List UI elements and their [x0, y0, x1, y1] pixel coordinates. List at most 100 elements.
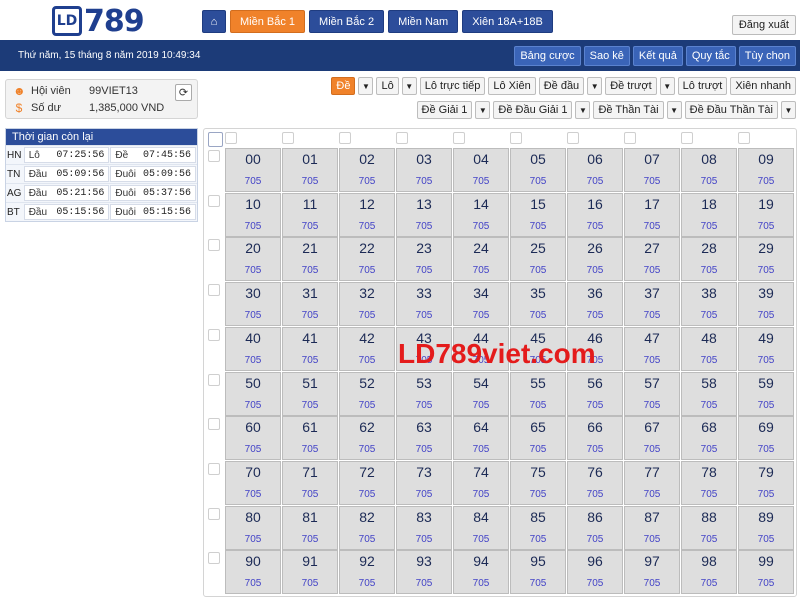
bet-type-bettypes_row1-4[interactable]: Đề đầu — [538, 77, 585, 95]
number-cell[interactable]: 71 705 — [282, 460, 338, 505]
number-cell[interactable]: 14 705 — [453, 192, 509, 237]
row-checkbox[interactable] — [208, 328, 220, 341]
account-nav-0[interactable]: Bảng cược — [514, 46, 581, 66]
bet-type-dropdown-bettypes_row1-0[interactable]: ▼ — [358, 77, 374, 95]
number-cell[interactable]: 42 705 — [339, 326, 395, 371]
bet-type-bettypes_row1-5[interactable]: Đề trượt — [605, 77, 657, 95]
account-nav-1[interactable]: Sao kê — [583, 46, 630, 66]
number-cell[interactable]: 76 705 — [567, 460, 623, 505]
bet-type-bettypes_row2-3[interactable]: Đề Đầu Thần Tài — [684, 101, 778, 119]
nav-tab-3[interactable]: Xiên 18A+18B — [462, 10, 553, 33]
column-checkbox[interactable] — [282, 132, 294, 144]
number-cell[interactable]: 51 705 — [282, 371, 338, 416]
logout-button[interactable]: Đăng xuất — [731, 15, 796, 35]
nav-tab-0[interactable]: Miền Bắc 1 — [230, 10, 306, 33]
number-cell[interactable]: 74 705 — [453, 460, 509, 505]
number-cell[interactable]: 59 705 — [738, 371, 794, 416]
nav-tab-1[interactable]: Miền Bắc 2 — [309, 10, 385, 33]
account-nav-4[interactable]: Tùy chọn — [738, 46, 796, 66]
number-cell[interactable]: 08 705 — [681, 148, 737, 192]
number-cell[interactable]: 52 705 — [339, 371, 395, 416]
number-cell[interactable]: 12 705 — [339, 192, 395, 237]
number-cell[interactable]: 64 705 — [453, 416, 509, 461]
bet-type-bettypes_row2-1[interactable]: Đề Đầu Giải 1 — [493, 101, 573, 119]
number-cell[interactable]: 25 705 — [510, 237, 566, 282]
number-cell[interactable]: 34 705 — [453, 282, 509, 327]
number-cell[interactable]: 88 705 — [681, 505, 737, 550]
number-cell[interactable]: 19 705 — [738, 192, 794, 237]
number-cell[interactable]: 10 705 — [225, 192, 281, 237]
number-cell[interactable]: 73 705 — [396, 460, 452, 505]
number-cell[interactable]: 02 705 — [339, 148, 395, 192]
number-cell[interactable]: 47 705 — [624, 326, 680, 371]
number-cell[interactable]: 95 705 — [510, 550, 566, 595]
number-cell[interactable]: 68 705 — [681, 416, 737, 461]
number-cell[interactable]: 57 705 — [624, 371, 680, 416]
number-cell[interactable]: 80 705 — [225, 505, 281, 550]
number-cell[interactable]: 79 705 — [738, 460, 794, 505]
number-cell[interactable]: 67 705 — [624, 416, 680, 461]
number-cell[interactable]: 13 705 — [396, 192, 452, 237]
number-cell[interactable]: 22 705 — [339, 237, 395, 282]
number-cell[interactable]: 62 705 — [339, 416, 395, 461]
row-checkbox[interactable] — [208, 373, 220, 386]
bet-type-bettypes_row1-0[interactable]: Đề — [331, 77, 356, 95]
number-cell[interactable]: 70 705 — [225, 460, 281, 505]
number-cell[interactable]: 11 705 — [282, 192, 338, 237]
number-cell[interactable]: 82 705 — [339, 505, 395, 550]
number-cell[interactable]: 49 705 — [738, 326, 794, 371]
number-cell[interactable]: 91 705 — [282, 550, 338, 595]
number-cell[interactable]: 21 705 — [282, 237, 338, 282]
number-cell[interactable]: 16 705 — [567, 192, 623, 237]
bet-type-dropdown-bettypes_row1-1[interactable]: ▼ — [401, 77, 417, 95]
number-cell[interactable]: 28 705 — [681, 237, 737, 282]
number-cell[interactable]: 07 705 — [624, 148, 680, 192]
bet-type-bettypes_row1-1[interactable]: Lô — [376, 77, 399, 95]
bet-type-dropdown-bettypes_row2-2[interactable]: ▼ — [666, 101, 682, 119]
number-cell[interactable]: 81 705 — [282, 505, 338, 550]
number-cell[interactable]: 86 705 — [567, 505, 623, 550]
number-cell[interactable]: 36 705 — [567, 282, 623, 327]
number-cell[interactable]: 66 705 — [567, 416, 623, 461]
account-nav-3[interactable]: Quy tắc — [685, 46, 736, 66]
number-cell[interactable]: 43 705 — [396, 326, 452, 371]
number-cell[interactable]: 45 705 — [510, 326, 566, 371]
bet-type-bettypes_row1-6[interactable]: Lô trượt — [677, 77, 728, 95]
number-cell[interactable]: 60 705 — [225, 416, 281, 461]
column-checkbox[interactable] — [624, 132, 636, 144]
number-cell[interactable]: 85 705 — [510, 505, 566, 550]
site-logo[interactable]: LD 789 — [52, 4, 145, 39]
bet-type-dropdown-bettypes_row1-4[interactable]: ▼ — [587, 77, 603, 95]
number-cell[interactable]: 32 705 — [339, 282, 395, 327]
number-cell[interactable]: 30 705 — [225, 282, 281, 327]
select-all-checkbox[interactable] — [208, 132, 223, 147]
number-cell[interactable]: 83 705 — [396, 505, 452, 550]
bet-type-dropdown-bettypes_row2-1[interactable]: ▼ — [575, 101, 591, 119]
number-cell[interactable]: 17 705 — [624, 192, 680, 237]
number-cell[interactable]: 04 705 — [453, 148, 509, 192]
number-cell[interactable]: 09 705 — [738, 148, 794, 192]
number-cell[interactable]: 20 705 — [225, 237, 281, 282]
home-button[interactable]: ⌂ — [202, 10, 226, 33]
number-cell[interactable]: 24 705 — [453, 237, 509, 282]
number-cell[interactable]: 63 705 — [396, 416, 452, 461]
number-cell[interactable]: 98 705 — [681, 550, 737, 595]
number-cell[interactable]: 84 705 — [453, 505, 509, 550]
number-cell[interactable]: 92 705 — [339, 550, 395, 595]
number-cell[interactable]: 01 705 — [282, 148, 338, 192]
number-cell[interactable]: 65 705 — [510, 416, 566, 461]
number-cell[interactable]: 93 705 — [396, 550, 452, 595]
row-checkbox[interactable] — [208, 194, 220, 207]
number-cell[interactable]: 97 705 — [624, 550, 680, 595]
bet-type-dropdown-bettypes_row1-5[interactable]: ▼ — [659, 77, 675, 95]
bet-type-bettypes_row1-7[interactable]: Xiên nhanh — [730, 77, 796, 95]
number-cell[interactable]: 61 705 — [282, 416, 338, 461]
number-cell[interactable]: 38 705 — [681, 282, 737, 327]
number-cell[interactable]: 44 705 — [453, 326, 509, 371]
number-cell[interactable]: 54 705 — [453, 371, 509, 416]
number-cell[interactable]: 78 705 — [681, 460, 737, 505]
row-checkbox[interactable] — [208, 284, 220, 297]
column-checkbox[interactable] — [681, 132, 693, 144]
account-nav-2[interactable]: Kết quả — [632, 46, 683, 66]
number-cell[interactable]: 96 705 — [567, 550, 623, 595]
